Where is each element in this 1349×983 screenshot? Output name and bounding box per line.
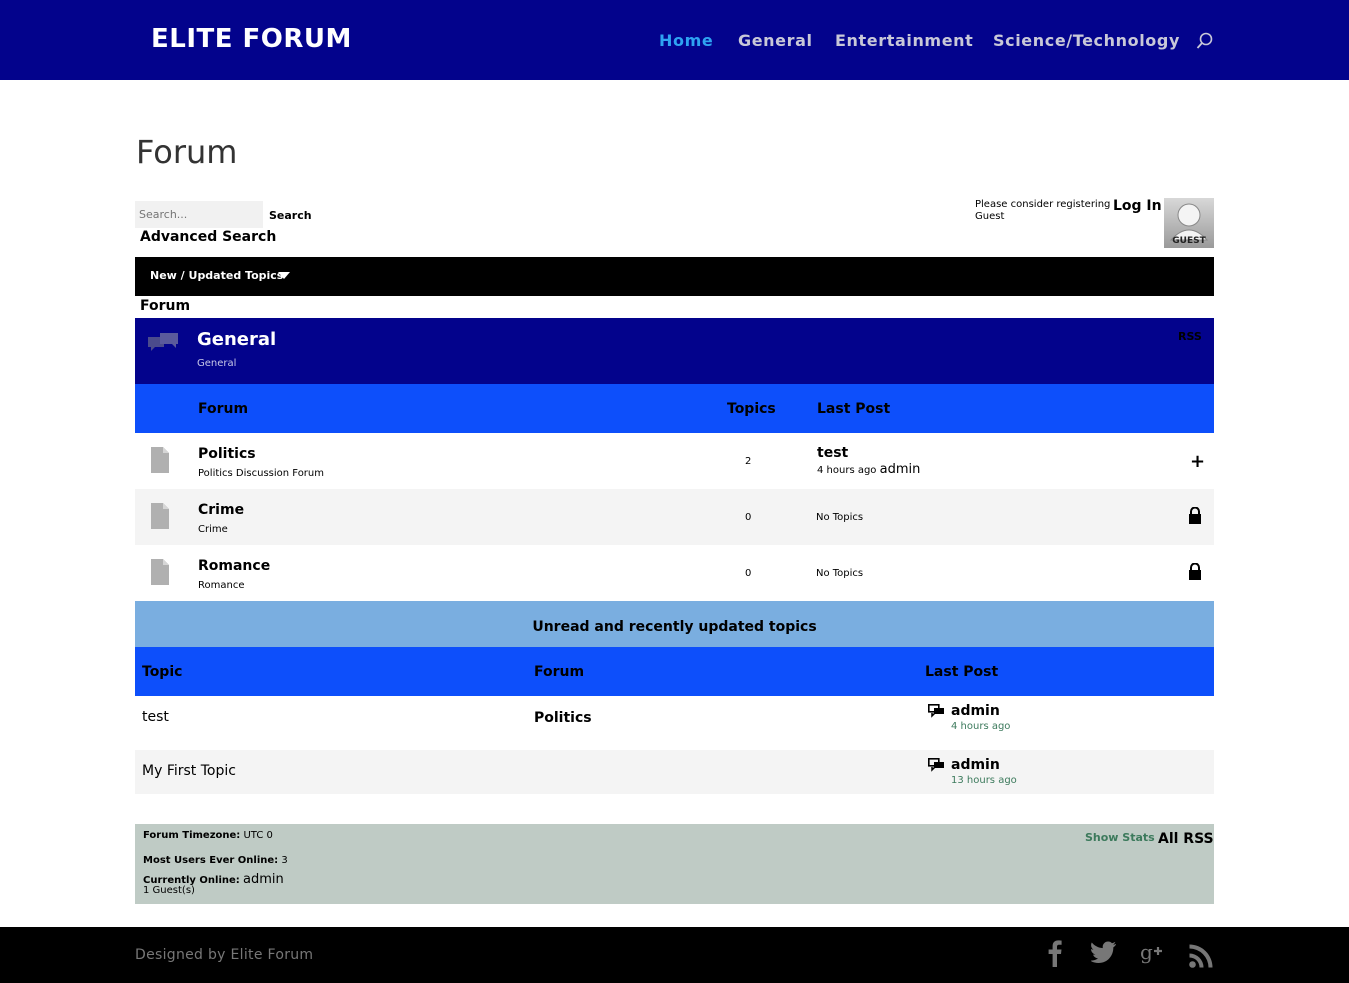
col-last-post: Last Post [817,401,891,417]
guest-count: 1 Guest(s) [143,885,195,896]
unread-topics-heading: Unread and recently updated topics [135,601,1214,648]
nav-science-technology[interactable]: Science/Technology [993,31,1180,50]
category-header: General General RSS [135,318,1214,384]
topic-last-time[interactable]: 4 hours ago [951,721,1010,732]
unread-heading-text: Unread and recently updated topics [532,619,817,635]
forum-name[interactable]: Politics [198,446,256,462]
caret-down-icon[interactable] [278,272,290,279]
forum-topic-count: 2 [745,456,752,467]
replies-icon[interactable] [928,758,945,772]
topic-title[interactable]: test [142,709,169,725]
avatar: GUEST [1164,198,1214,248]
forum-row-politics: Politics Politics Discussion Forum 2 tes… [135,433,1214,489]
nav-general[interactable]: General [738,31,813,50]
col-forum: Forum [198,401,249,417]
most-users-online: Most Users Ever Online: 3 [143,855,288,866]
google-plus-icon[interactable]: g [1140,940,1166,966]
current-online-user[interactable]: admin [243,872,284,887]
forum-description: Politics Discussion Forum [198,468,324,479]
show-stats-button[interactable]: Show Stats [1085,831,1155,844]
recent-topics-header: Topic Forum Last Post [135,647,1214,696]
replies-icon[interactable] [928,704,945,718]
timezone-value: UTC 0 [243,830,273,841]
category-description: General [197,358,237,369]
topic-last-user[interactable]: admin [951,757,1000,773]
register-text[interactable]: Please consider registering [975,199,1110,211]
avatar-label: GUEST [1172,236,1206,246]
last-post-empty: No Topics [816,512,864,523]
forum-description: Crime [198,524,228,535]
forum-stats-panel: Forum Timezone: UTC 0 Most Users Ever On… [135,824,1214,904]
top-navbar: ELITE FORUM Home General Entertainment S… [0,0,1349,80]
topic-last-time[interactable]: 13 hours ago [951,775,1017,786]
forum-row-crime: Crime Crime 0 No Topics [135,489,1214,545]
topic-last-user[interactable]: admin [951,703,1000,719]
all-rss-link[interactable]: All RSS [1158,831,1214,847]
category-rss-link[interactable]: RSS [1178,330,1202,343]
document-icon [151,447,169,473]
footer-credit: Designed by Elite Forum [135,947,314,963]
new-updated-topics-button[interactable]: New / Updated Topics [150,269,283,282]
lock-icon [1189,563,1201,580]
svg-text:g: g [1140,940,1153,964]
forum-topic-count: 0 [745,512,752,523]
forum-toolbar: New / Updated Topics [135,257,1214,296]
rss-icon[interactable] [1189,943,1214,968]
forum-name[interactable]: Romance [198,558,270,574]
forum-row-romance: Romance Romance 0 No Topics [135,545,1214,601]
last-post-meta: 4 hours ago admin [817,462,920,477]
guest-avatar-icon: GUEST [1164,198,1214,248]
recent-topic-row: My First Topic admin 13 hours ago [135,750,1214,794]
register-notice: Please consider registering Guest [975,199,1110,223]
forum-topic-count: 0 [745,568,752,579]
category-title[interactable]: General [197,329,276,350]
add-topic-icon[interactable]: + [1190,451,1205,472]
search-icon[interactable] [1196,32,1214,50]
lock-icon [1189,507,1201,524]
col-forum: Forum [534,664,585,680]
advanced-search-link[interactable]: Advanced Search [140,229,276,245]
forum-name[interactable]: Crime [198,502,244,518]
last-post-title[interactable]: test [817,445,848,461]
forum-search-input[interactable] [135,201,263,228]
document-icon [151,503,169,529]
nav-entertainment[interactable]: Entertainment [835,31,973,50]
site-footer: Designed by Elite Forum g [0,927,1349,983]
col-last-post: Last Post [925,664,999,680]
facebook-icon[interactable] [1046,939,1064,967]
last-post-user[interactable]: admin [880,462,921,477]
document-icon [151,559,169,585]
nav-home[interactable]: Home [659,31,713,50]
col-topics: Topics [727,401,776,417]
topic-forum[interactable]: Politics [534,710,592,726]
col-topic: Topic [142,664,183,680]
chat-bubbles-icon [148,333,178,351]
breadcrumb[interactable]: Forum [140,298,190,314]
most-users-label: Most Users Ever Online: [143,855,279,866]
forum-description: Romance [198,580,245,591]
last-post-empty: No Topics [816,568,864,579]
forum-table-header: Forum Topics Last Post [135,384,1214,433]
twitter-icon[interactable] [1091,941,1117,963]
most-users-value: 3 [281,855,288,866]
forum-timezone: Forum Timezone: UTC 0 [143,830,273,841]
login-button[interactable]: Log In [1113,198,1162,214]
guest-name: Guest [975,211,1005,222]
timezone-label: Forum Timezone: [143,830,241,841]
page-title: Forum [136,133,238,171]
site-logo[interactable]: ELITE FORUM [151,24,352,54]
recent-topic-row: test Politics admin 4 hours ago [135,696,1214,750]
last-post-time: 4 hours ago [817,465,877,476]
search-button[interactable]: Search [269,209,312,222]
topic-title[interactable]: My First Topic [142,763,236,779]
